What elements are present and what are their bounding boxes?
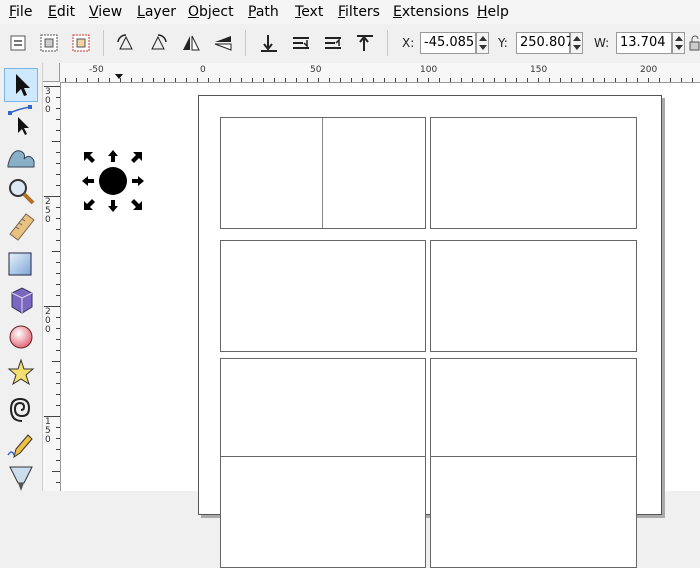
x-spinner[interactable] <box>476 32 489 54</box>
grid-cell[interactable] <box>220 456 426 568</box>
ruler-label: 0 <box>200 65 206 75</box>
ruler-label: 2 0 0 <box>45 307 51 335</box>
tool-pen[interactable] <box>4 463 38 497</box>
tool-rectangle[interactable] <box>4 247 38 281</box>
rotate-ccw-icon[interactable] <box>115 32 137 54</box>
raise-to-top-icon[interactable] <box>354 32 376 54</box>
menu-object[interactable]: Object <box>188 3 234 21</box>
grid-cell[interactable] <box>220 240 426 352</box>
tool-selector[interactable] <box>4 68 38 102</box>
ruler-label: 3 0 0 <box>45 87 51 115</box>
toolbox <box>0 63 43 491</box>
menu-bar: File Edit View Layer Object Path Text Fi… <box>0 0 700 24</box>
tool-controls-bar: X: -45.085 Y: 250.807 W: 13.704 <box>0 24 700 64</box>
page <box>198 95 662 568</box>
ruler-corner <box>43 63 60 82</box>
tweak-icon <box>7 150 35 168</box>
tool-pencil[interactable] <box>4 429 38 463</box>
tool-tweak[interactable] <box>4 139 38 173</box>
y-input[interactable]: 250.807 <box>516 32 574 54</box>
menu-path[interactable]: Path <box>248 3 279 21</box>
horizontal-ruler[interactable]: -50 0 50 100 150 200 <box>43 63 700 83</box>
tool-star[interactable] <box>4 356 38 390</box>
y-spinner[interactable] <box>570 32 583 54</box>
tool-measure[interactable] <box>4 210 38 244</box>
grid-cell[interactable] <box>430 456 637 568</box>
w-spinner[interactable] <box>672 32 685 54</box>
rectangle-icon <box>8 252 32 276</box>
ruler-label: 200 <box>640 65 658 75</box>
circle-object[interactable] <box>99 167 127 195</box>
cell-divider <box>322 118 323 228</box>
flip-vertical-icon[interactable] <box>212 32 234 54</box>
star-icon <box>7 358 35 386</box>
menu-extensions[interactable]: Extensions <box>393 3 469 21</box>
ruler-label: 2 5 0 <box>45 197 51 225</box>
menu-layer[interactable]: Layer <box>137 3 176 21</box>
arrow-select-icon <box>16 74 30 96</box>
menu-help[interactable]: Help <box>477 3 509 21</box>
x-input[interactable]: -45.085 <box>420 32 476 54</box>
ruler-icon <box>9 213 35 241</box>
menu-file[interactable]: File <box>9 3 32 21</box>
grid-cell[interactable] <box>430 358 637 470</box>
grid-cell[interactable] <box>220 358 426 470</box>
lower-to-bottom-icon[interactable] <box>258 32 280 54</box>
w-input[interactable]: 13.704 <box>616 32 672 54</box>
ruler-marker-icon <box>115 74 123 79</box>
menu-filters[interactable]: Filters <box>338 3 380 21</box>
ruler-ticks <box>43 74 693 82</box>
tool-node[interactable] <box>4 103 38 137</box>
rotate-cw-icon[interactable] <box>147 32 169 54</box>
raise-icon[interactable] <box>322 32 344 54</box>
menu-edit[interactable]: Edit <box>48 3 75 21</box>
selected-object[interactable] <box>80 148 146 214</box>
tool-zoom[interactable] <box>4 174 38 208</box>
x-label: X: <box>402 36 415 50</box>
lock-icon[interactable] <box>689 32 700 54</box>
flip-horizontal-icon[interactable] <box>180 32 202 54</box>
deselect-icon[interactable] <box>70 32 92 54</box>
menu-text[interactable]: Text <box>295 3 323 21</box>
pencil-icon <box>7 434 33 459</box>
y-label: Y: <box>498 36 508 50</box>
ruler-label: 1 5 0 <box>45 417 51 445</box>
grid-cell[interactable] <box>430 117 637 229</box>
ruler-label: 50 <box>310 65 322 75</box>
menu-view[interactable]: View <box>89 3 122 21</box>
circle-icon <box>9 325 33 349</box>
tool-spiral[interactable] <box>4 393 38 427</box>
spiral-icon <box>9 397 31 422</box>
zoom-icon <box>9 179 35 205</box>
ruler-label: 100 <box>420 65 438 75</box>
select-all-icon[interactable] <box>7 32 29 54</box>
ruler-label: -50 <box>89 65 104 75</box>
vertical-ruler[interactable]: 3 0 0 2 5 0 2 0 0 1 5 0 <box>43 82 61 491</box>
lower-icon[interactable] <box>290 32 312 54</box>
node-edit-icon <box>8 105 32 135</box>
tool-3d-box[interactable] <box>4 283 38 317</box>
grid-cell[interactable] <box>220 117 426 229</box>
ruler-label: 150 <box>530 65 548 75</box>
w-label: W: <box>594 36 610 50</box>
pen-icon <box>9 466 33 491</box>
select-all-layers-icon[interactable] <box>38 32 60 54</box>
tool-ellipse[interactable] <box>4 320 38 354</box>
grid-cell[interactable] <box>430 240 637 352</box>
box-3d-icon <box>11 287 33 314</box>
